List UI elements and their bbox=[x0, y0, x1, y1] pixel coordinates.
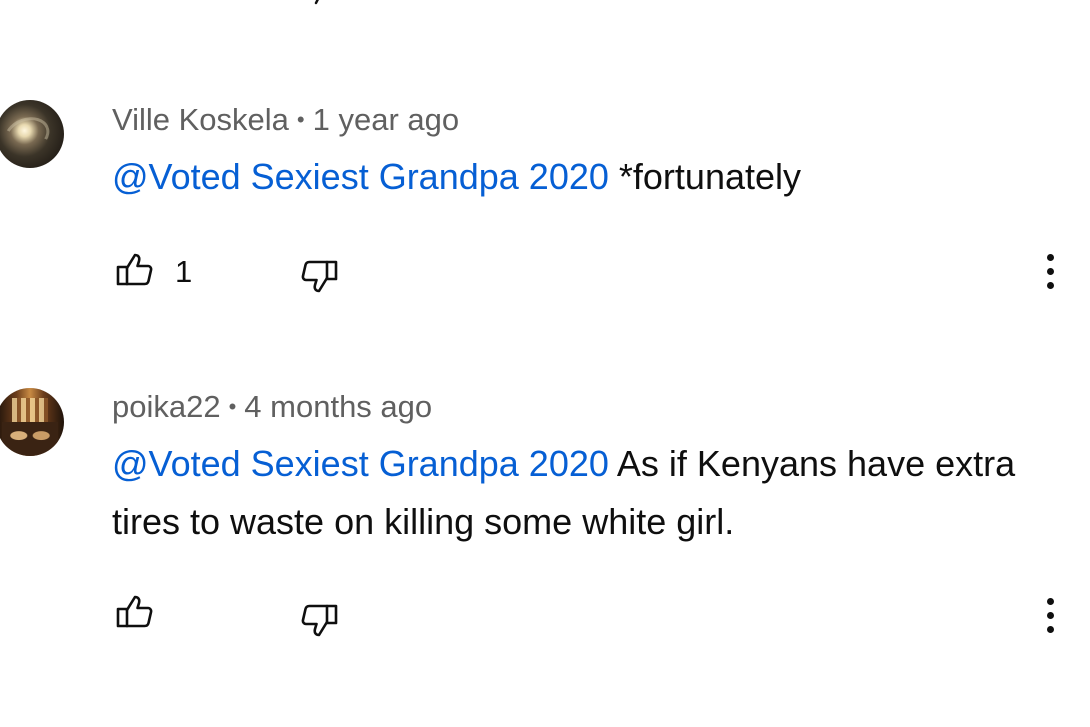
thumbs-down-icon bbox=[301, 604, 338, 637]
comment-text: @Voted Sexiest Grandpa 2020 As if Kenyan… bbox=[112, 435, 1042, 551]
mention-link[interactable]: @Voted Sexiest Grandpa 2020 bbox=[112, 443, 609, 484]
author-avatar[interactable] bbox=[0, 388, 64, 456]
comment-text: @Voted Sexiest Grandpa 2020 *fortunately bbox=[112, 148, 1042, 206]
comment-meta: Ville Koskela • 1 year ago bbox=[112, 102, 459, 138]
author-avatar[interactable] bbox=[0, 100, 64, 168]
dislike-button[interactable] bbox=[300, 256, 340, 296]
comment-time[interactable]: 1 year ago bbox=[313, 102, 460, 137]
like-count: 1 bbox=[175, 254, 193, 289]
thumbs-down-icon bbox=[301, 260, 338, 293]
comment-time[interactable]: 4 months ago bbox=[244, 389, 432, 424]
like-button[interactable] bbox=[114, 250, 154, 290]
author-name[interactable]: poika22 bbox=[112, 389, 221, 424]
more-options-button[interactable] bbox=[1040, 252, 1062, 292]
like-button[interactable] bbox=[114, 592, 154, 632]
previous-comment-more-fragment bbox=[1040, 0, 1060, 6]
thumbs-up-icon bbox=[116, 595, 153, 628]
meta-separator: • bbox=[296, 107, 305, 132]
previous-comment-fragment bbox=[306, 0, 336, 6]
mention-link[interactable]: @Voted Sexiest Grandpa 2020 bbox=[112, 156, 609, 197]
thumbs-up-icon bbox=[116, 253, 153, 286]
author-name[interactable]: Ville Koskela bbox=[112, 102, 289, 137]
comment-meta: poika22 • 4 months ago bbox=[112, 389, 432, 425]
comment-body: *fortunately bbox=[608, 156, 802, 197]
dislike-button[interactable] bbox=[300, 600, 340, 640]
more-options-button[interactable] bbox=[1040, 596, 1062, 636]
meta-separator: • bbox=[228, 394, 237, 419]
